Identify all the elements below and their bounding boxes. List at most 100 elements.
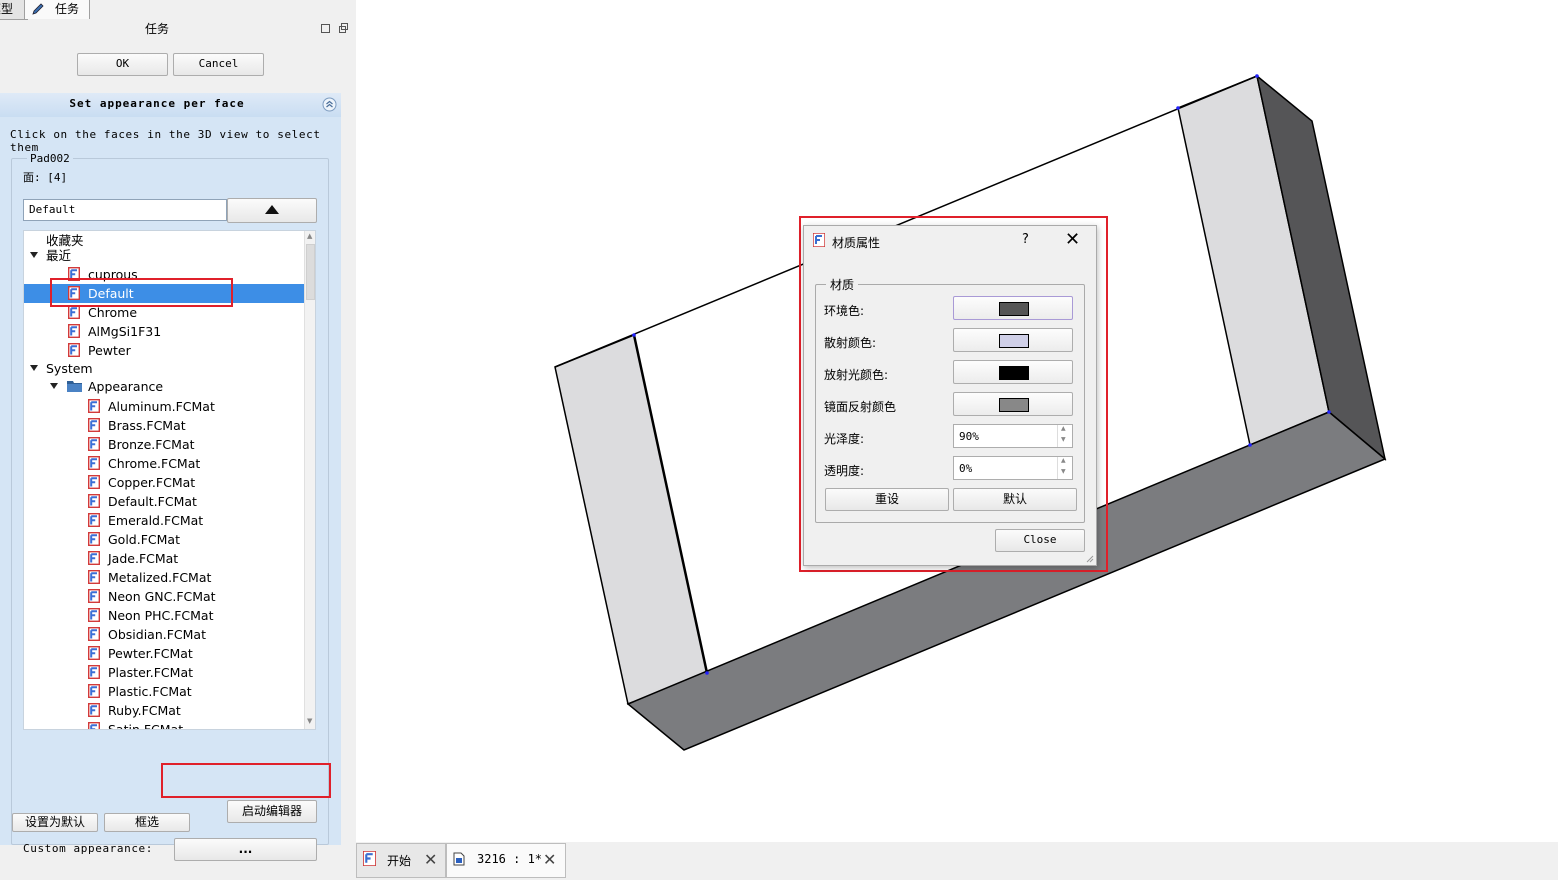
shininess-value: 90%	[959, 430, 979, 443]
highlight-default-row	[50, 278, 233, 307]
tree-system[interactable]: System	[24, 359, 304, 378]
diffuse-color-button[interactable]	[953, 328, 1073, 352]
expand-arrow-icon[interactable]	[30, 252, 38, 258]
specular-color-button[interactable]	[953, 392, 1073, 416]
taskbox-header[interactable]: Set appearance per face	[0, 93, 341, 117]
scroll-down-icon[interactable]: ▼	[307, 717, 312, 725]
scroll-up-icon[interactable]: ▲	[307, 232, 312, 240]
spin-arrows-icon[interactable]	[1057, 457, 1072, 479]
tab-start[interactable]: 开始 ✕	[356, 843, 446, 878]
tree-system-item[interactable]: Plaster.FCMat	[24, 663, 304, 682]
box-select-button[interactable]: 框选	[104, 813, 190, 832]
resize-grip-icon[interactable]	[1085, 554, 1094, 563]
help-icon[interactable]: ?	[1022, 232, 1029, 247]
tree-system-item[interactable]: Satin.FCMat	[24, 720, 304, 730]
reset-button[interactable]: 重设	[825, 488, 949, 511]
tree-system-item[interactable]: Neon GNC.FCMat	[24, 587, 304, 606]
tab-model-label: 模型	[0, 2, 14, 16]
tree-item-label: Pewter	[88, 343, 131, 358]
transparency-label: 透明度:	[824, 464, 865, 478]
panel-tab-bar: 模型 任务	[0, 0, 356, 20]
task-panel: 模型 任务 任务 OK Cancel Set appearance per fa…	[0, 0, 356, 880]
freecad-logo-icon	[813, 233, 825, 247]
tree-system-item[interactable]: Ruby.FCMat	[24, 701, 304, 720]
tree-system-item[interactable]: Metalized.FCMat	[24, 568, 304, 587]
material-file-icon	[67, 323, 81, 339]
cancel-button[interactable]: Cancel	[173, 53, 264, 76]
material-file-icon	[67, 304, 81, 320]
tree-system-item[interactable]: Default.FCMat	[24, 492, 304, 511]
set-default-button[interactable]: 设置为默认	[12, 813, 98, 832]
ambient-color-button[interactable]	[953, 296, 1073, 320]
tree-item-label: Metalized.FCMat	[108, 570, 212, 585]
tree-item-label: Gold.FCMat	[108, 532, 180, 547]
scroll-thumb[interactable]	[306, 244, 315, 300]
material-file-icon	[87, 607, 101, 623]
tree-item-label: Pewter.FCMat	[108, 646, 193, 661]
emissive-color-button[interactable]	[953, 360, 1073, 384]
tree-item-label: Chrome.FCMat	[108, 456, 201, 471]
tree-appearance-folder[interactable]: Appearance	[24, 377, 304, 396]
default-button[interactable]: 默认	[953, 488, 1077, 511]
material-group-title: 材质	[826, 276, 859, 293]
tree-item-label: Plaster.FCMat	[108, 665, 194, 680]
tree-item-label: Obsidian.FCMat	[108, 627, 206, 642]
tree-recent-item[interactable]: AlMgSi1F31	[24, 322, 304, 341]
shininess-label: 光泽度:	[824, 432, 865, 446]
collapse-icon[interactable]	[322, 97, 337, 112]
tab-task[interactable]: 任务	[24, 0, 90, 19]
close-icon[interactable]: ✕	[1065, 229, 1080, 250]
restore-icon[interactable]	[339, 23, 348, 33]
tree-recent[interactable]: 最近	[24, 246, 304, 265]
vertex	[1248, 443, 1252, 447]
material-combo[interactable]: Default	[23, 199, 227, 221]
vertex	[705, 671, 709, 675]
document-icon	[453, 852, 465, 866]
collapse-tree-button[interactable]	[227, 198, 317, 223]
float-icon[interactable]	[321, 24, 330, 33]
tree-system-item[interactable]: Pewter.FCMat	[24, 644, 304, 663]
diffuse-swatch	[999, 334, 1029, 348]
close-tab-icon[interactable]: ✕	[543, 850, 556, 869]
spin-arrows-icon[interactable]	[1057, 425, 1072, 447]
dialog-close-button[interactable]: Close	[995, 529, 1085, 552]
expand-arrow-icon[interactable]	[50, 383, 58, 389]
transparency-spinbox[interactable]: 0%	[953, 456, 1073, 480]
tree-item-label: Neon PHC.FCMat	[108, 608, 214, 623]
tab-document[interactable]: 3216 : 1* ✕	[446, 843, 566, 878]
tree-system-item[interactable]: Gold.FCMat	[24, 530, 304, 549]
document-tab-bar: 开始 ✕ 3216 : 1* ✕	[356, 842, 1558, 880]
tree-system-item[interactable]: Obsidian.FCMat	[24, 625, 304, 644]
tree-system-item[interactable]: Jade.FCMat	[24, 549, 304, 568]
folder-icon	[67, 381, 82, 392]
tree-system-item[interactable]: Plastic.FCMat	[24, 682, 304, 701]
emissive-label: 放射光颜色:	[824, 368, 889, 382]
custom-appearance-label: Custom appearance:	[23, 842, 154, 855]
custom-appearance-button[interactable]: ...	[174, 838, 317, 861]
tree-system-item[interactable]: Neon PHC.FCMat	[24, 606, 304, 625]
tree-system-item[interactable]: Copper.FCMat	[24, 473, 304, 492]
shininess-spinbox[interactable]: 90%	[953, 424, 1073, 448]
tree-item-label: AlMgSi1F31	[88, 324, 162, 339]
expand-arrow-icon[interactable]	[30, 365, 38, 371]
model-left-face[interactable]	[554, 333, 708, 706]
tree-item-label: Aluminum.FCMat	[108, 399, 215, 414]
tree-system-item[interactable]: Aluminum.FCMat	[24, 397, 304, 416]
tree-system-item[interactable]: Bronze.FCMat	[24, 435, 304, 454]
emissive-swatch	[999, 366, 1029, 380]
tree-item-label: Bronze.FCMat	[108, 437, 195, 452]
material-file-icon	[87, 550, 101, 566]
ok-button[interactable]: OK	[77, 53, 168, 76]
close-tab-icon[interactable]: ✕	[424, 850, 437, 869]
material-file-icon	[87, 436, 101, 452]
tree-scrollbar[interactable]: ▲ ▼	[304, 231, 315, 729]
tab-document-label: 3216 : 1*	[477, 852, 543, 866]
ambient-label: 环境色:	[824, 304, 865, 318]
tree-system-item[interactable]: Chrome.FCMat	[24, 454, 304, 473]
launch-editor-button[interactable]: 启动编辑器	[227, 800, 317, 823]
tree-system-item[interactable]: Emerald.FCMat	[24, 511, 304, 530]
vertex	[1327, 410, 1331, 414]
tree-system-item[interactable]: Brass.FCMat	[24, 416, 304, 435]
tree-item-label: Satin.FCMat	[108, 722, 184, 730]
tree-recent-item[interactable]: Pewter	[24, 341, 304, 360]
